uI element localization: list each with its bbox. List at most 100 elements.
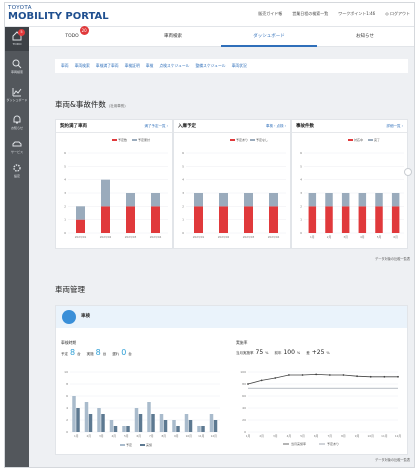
bar [201,426,205,432]
inspection-icon [62,310,76,324]
stat-value: 75 [255,349,264,356]
card-header: 事故件数 詳細一覧 › [292,120,407,133]
x-tick-label: 2023/02 [218,235,230,239]
sidebar-item-notice[interactable]: お知らせ [5,111,29,135]
section-title: 車両管理 [55,284,85,295]
tab-notice[interactable]: お知らせ [317,27,413,47]
y-tick-label: 6 [66,394,68,398]
quick-link[interactable]: 整備スケジュール [195,63,225,69]
bar [126,206,135,233]
x-tick-label: 5月 [300,434,305,438]
bar [213,420,218,432]
legend-swatch [140,444,145,446]
header-link[interactable]: 営業日程の検索一覧 [292,11,328,17]
mgmt-name: 車検 [81,314,90,319]
quick-link[interactable]: 車検 [146,63,154,69]
stat-unit: % [296,351,301,355]
search-icon [12,59,22,69]
quick-link[interactable]: 車両 [61,63,69,69]
x-tick-label: 1月 [246,434,251,438]
quick-link[interactable]: 車両状況 [232,63,247,69]
x-tick-label: 11月 [198,434,205,438]
bar [84,402,89,432]
tab-dashboard[interactable]: ダッシュボード [221,27,317,47]
y-tick-label: 80 [242,382,246,386]
tab-label: ダッシュボード [253,34,285,39]
header-link[interactable]: ワークポイント1:46 [338,11,375,17]
stat-prefix: 予定 [61,352,68,356]
bar [308,206,317,233]
card-link[interactable]: 詳細一覧 › [386,124,403,129]
x-tick-label: 1月 [74,434,79,438]
y-tick-label: 10 [64,370,68,374]
section-title-text: 車両&事故件数 [55,100,106,109]
stat-unit: 台 [128,352,132,356]
bar [269,206,278,233]
card-link[interactable]: 車検・点検 › [266,124,286,129]
bar [358,206,367,233]
footer-link[interactable]: データ対象の比較一覧表 [375,256,410,261]
x-tick-label: 9月 [355,434,360,438]
bar [76,219,85,233]
sidebar-item-label: サービス [10,150,23,154]
y-tick-label: 8 [66,382,68,386]
y-tick-label: 0 [182,231,184,235]
legend-label: 完了 [374,137,380,142]
bar [76,408,80,432]
y-tick-label: 0 [64,231,66,235]
data-point [315,373,318,376]
legend-label: 予定あり [327,441,339,446]
y-tick-label: 20 [242,418,246,422]
quick-link[interactable]: 点検スケジュール [159,63,189,69]
sidebar-item-dashboard[interactable]: ダッシュボード [5,83,29,107]
gear-icon [13,164,21,172]
bar [101,206,110,233]
sidebar-item-label: 車両検索 [10,70,23,74]
x-tick-label: 2月 [86,434,91,438]
y-tick-label: 2 [64,204,66,208]
footer-link[interactable]: データ対象の比較一覧表 [375,457,410,462]
bar [194,193,203,207]
y-tick-label: 6 [64,151,66,155]
y-tick-label: 4 [300,178,302,182]
bar [209,414,214,432]
card-header: 入庫予定 車検・点検 › [174,120,290,133]
vehicle-management-card: 車検 車検時期 予定 8 台 実施 8 台 遅れ 0 台 実施率 当月実施率 75% 前年 10… [55,305,408,455]
sidebar-item-service[interactable]: サービス [5,135,29,159]
x-tick-label: 2月 [259,434,264,438]
sidebar-item-search[interactable]: 車両検索 [5,55,29,79]
quick-links: 車両 車両検索 車検満了車両 車検証明 車検 点検スケジュール 整備スケジュール… [55,59,408,73]
quick-link[interactable]: 車検満了車両 [96,63,119,69]
bar [375,193,383,207]
series-line [247,373,398,385]
stat-unit: % [265,351,269,355]
bar [163,420,168,432]
y-tick-label: 2 [66,418,68,422]
card-link[interactable]: 満了予定一覧 › [144,124,168,129]
sidebar-item-todo[interactable]: TODO 5 [5,27,29,51]
data-point [383,375,386,378]
legend-label: 予定 [126,442,132,447]
tab-vehicle-search[interactable]: 車両検索 [125,27,221,47]
logo[interactable]: TOYOTA MOBILITY PORTAL [8,5,109,22]
card-incoming: 入庫予定 車検・点検 › 0 1 2 3 4 5 6 2023/01 2023/02 2023/0… [173,119,291,249]
legend-swatch [348,139,353,141]
x-tick-label: 6月 [136,434,141,438]
quick-link[interactable]: 車両検索 [75,63,90,69]
data-point [274,377,277,379]
sidebar-item-settings[interactable]: 設定 [5,159,29,183]
stat-unit: % [326,351,330,355]
quick-link[interactable]: 車検証明 [125,63,140,69]
header-link[interactable]: 販売ガイド帳 [258,11,282,17]
stat-row: 当月実施率 75% 前年 100% 差 +25% [236,349,330,356]
x-tick-label: 2月 [327,235,332,239]
section-subtitle: (社用車別) [108,104,126,108]
bar [194,206,203,233]
tab-todo[interactable]: TODO20 [29,26,125,47]
x-tick-label: 10月 [186,434,193,438]
y-tick-label: 0 [66,430,68,434]
x-tick-label: 3月 [343,235,348,239]
carousel-handle[interactable] [404,168,412,176]
legend-swatch [132,139,137,141]
logout-link[interactable]: ◎ ログアウト [385,11,410,17]
